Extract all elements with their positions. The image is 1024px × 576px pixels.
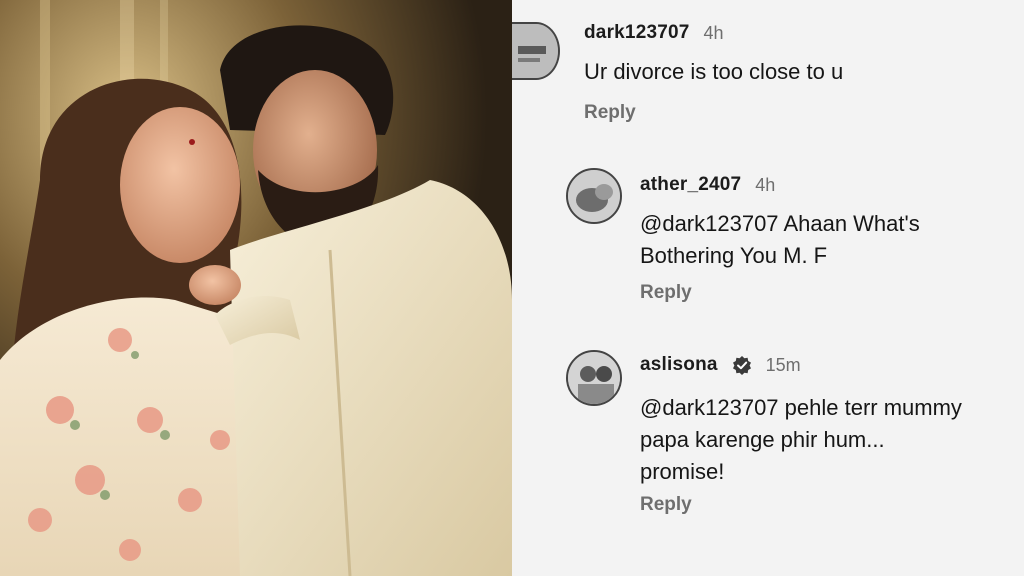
comment-item: ather_2407 4h @dark123707 Ahaan What's B… [512, 168, 1024, 308]
comment-text-line: promise! [640, 459, 725, 484]
comment-text: @dark123707 Ahaan What's Bothering You M… [640, 208, 920, 272]
comment-timestamp: 4h [703, 22, 724, 43]
profile-avatar-icon[interactable] [512, 22, 560, 80]
comment-meta: dark123707 4h [584, 22, 724, 44]
verified-badge-icon [732, 355, 752, 375]
reply-button[interactable]: Reply [584, 102, 636, 124]
comment-timestamp: 15m [765, 354, 801, 375]
comment-item: dark123707 4h Ur divorce is too close to… [512, 18, 1024, 138]
reply-button[interactable]: Reply [640, 494, 692, 516]
couple-photo [0, 0, 512, 576]
comment-text-line: @dark123707 Ahaan What's [640, 211, 920, 236]
comment-username[interactable]: ather_2407 [640, 174, 741, 196]
profile-avatar-icon[interactable] [566, 350, 622, 406]
couple-photo-illustration [0, 0, 512, 576]
comment-text-line: Bothering You M. F [640, 243, 828, 268]
comment-meta: ather_2407 4h [640, 174, 775, 196]
comment-username[interactable]: aslisona [640, 354, 718, 376]
comment-text: @dark123707 pehle terr mummy papa kareng… [640, 392, 962, 488]
comment-text: Ur divorce is too close to u [584, 59, 844, 84]
comment-meta: aslisona 15m [640, 354, 801, 376]
comments-panel: dark123707 4h Ur divorce is too close to… [512, 0, 1024, 576]
profile-avatar-icon[interactable] [566, 168, 622, 224]
comment-item: aslisona 15m @dark123707 pehle terr mumm… [512, 350, 1024, 530]
comment-timestamp: 4h [755, 174, 776, 195]
comment-username[interactable]: dark123707 [584, 22, 690, 44]
reply-button[interactable]: Reply [640, 282, 692, 304]
comment-text-line: @dark123707 pehle terr mummy [640, 395, 962, 420]
comment-text-line: papa karenge phir hum... [640, 427, 885, 452]
